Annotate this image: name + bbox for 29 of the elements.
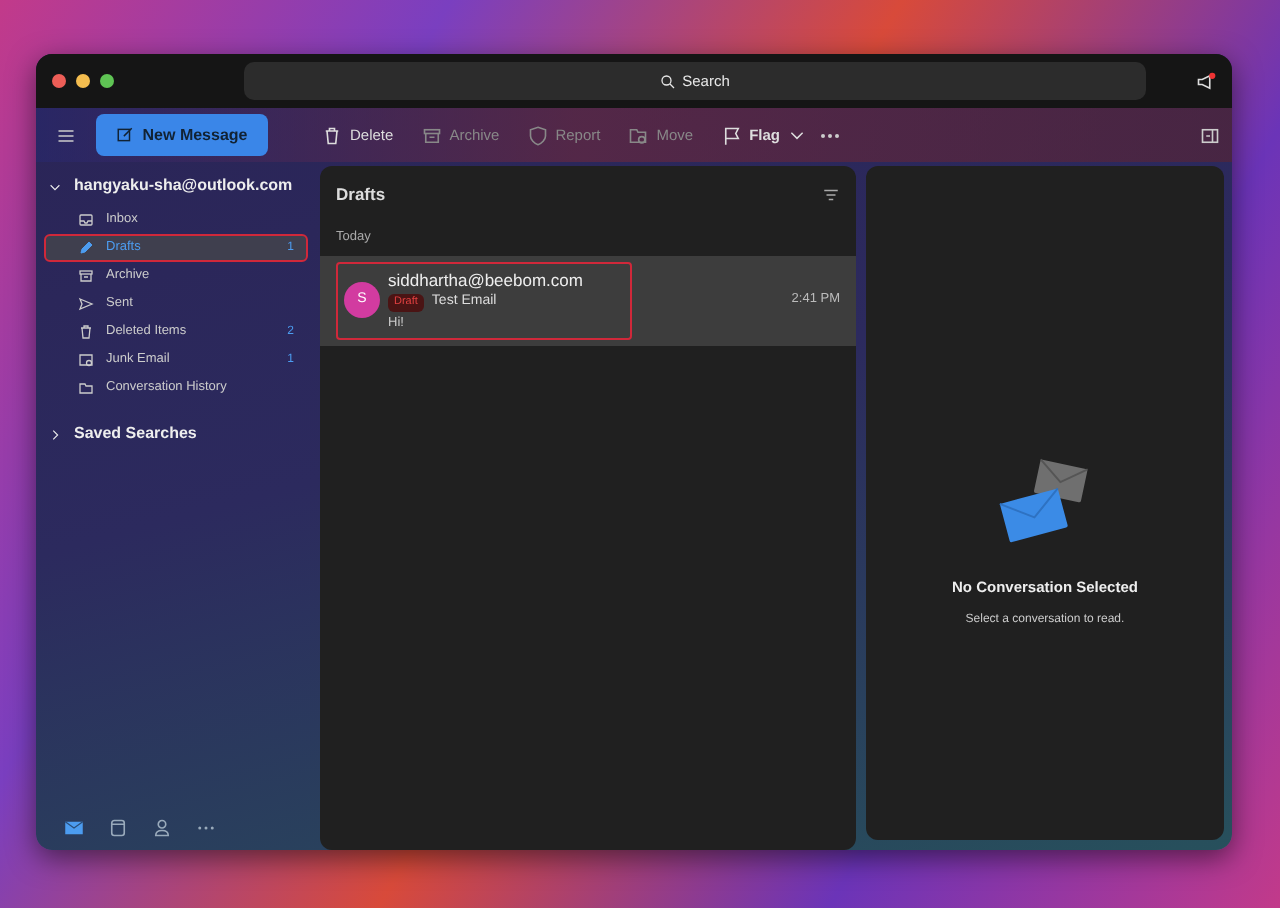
calendar-icon[interactable] bbox=[108, 818, 128, 838]
filter-icon[interactable] bbox=[822, 185, 840, 204]
archive-box-icon bbox=[78, 268, 94, 284]
saved-searches-header[interactable]: Saved Searches bbox=[44, 414, 308, 454]
archive-box-icon bbox=[421, 125, 442, 145]
more-icon[interactable] bbox=[819, 131, 840, 139]
pencil-icon bbox=[78, 240, 94, 256]
inbox-icon bbox=[78, 212, 94, 228]
trash-icon bbox=[322, 125, 342, 145]
person-icon[interactable] bbox=[152, 818, 172, 838]
compose-icon bbox=[116, 126, 135, 144]
trash-icon bbox=[78, 324, 94, 340]
account-header[interactable]: hangyaku-sha@outlook.com bbox=[44, 166, 308, 206]
mail-icon[interactable] bbox=[64, 818, 84, 838]
menu-icon[interactable] bbox=[56, 125, 76, 145]
flag-icon bbox=[721, 125, 742, 145]
megaphone-icon bbox=[1196, 71, 1216, 91]
list-title: Drafts bbox=[336, 182, 386, 208]
folder-icon bbox=[78, 380, 94, 396]
send-icon bbox=[78, 296, 94, 312]
new-message-button[interactable]: New Message bbox=[96, 114, 268, 156]
chevron-right-icon bbox=[48, 427, 62, 441]
panel-toggle-icon[interactable] bbox=[1200, 125, 1220, 145]
sender-name: siddhartha@beebom.com bbox=[388, 267, 583, 293]
junk-mail-icon bbox=[78, 352, 94, 368]
search-icon bbox=[660, 73, 677, 89]
chevron-down-icon bbox=[48, 179, 62, 193]
folder-icon bbox=[628, 125, 649, 145]
shield-icon bbox=[527, 125, 548, 145]
